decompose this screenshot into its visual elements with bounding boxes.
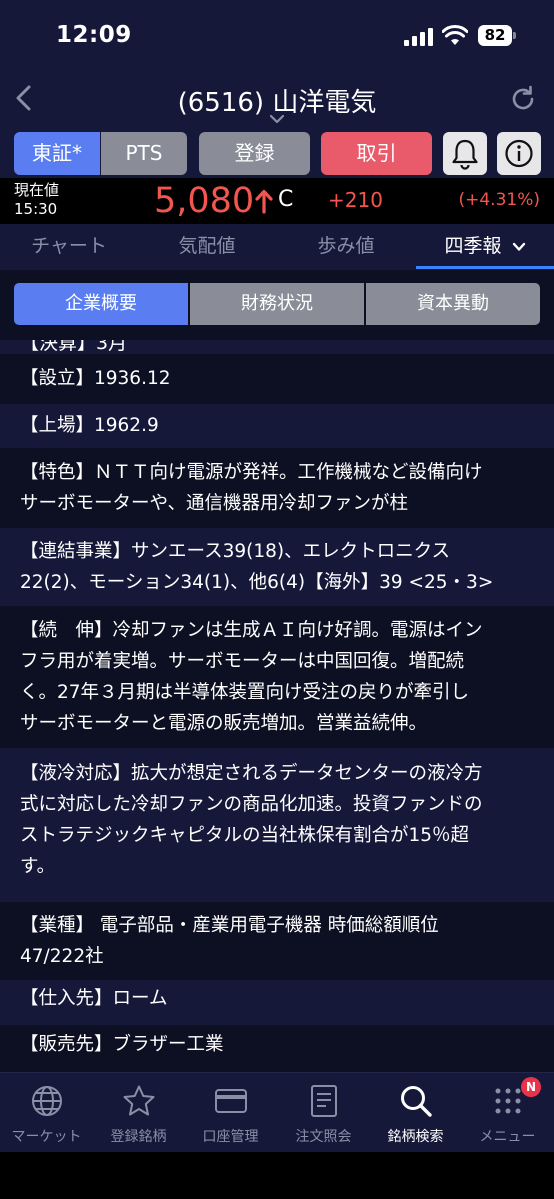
- nav-orders[interactable]: 注文照会: [277, 1073, 370, 1153]
- exchange-pts-button[interactable]: PTS: [101, 132, 187, 175]
- chevron-down-icon: [512, 242, 525, 251]
- clipped-row-text: 【決算】3月: [20, 340, 128, 354]
- segment-control: 企業概要 財務状況 資本異動: [0, 270, 554, 340]
- row-text: サーボモーターと電源の販売増加。営業益続伸。: [20, 713, 428, 734]
- register-button[interactable]: 登録: [199, 132, 310, 175]
- home-indicator-area: [0, 1152, 554, 1199]
- alert-button[interactable]: [443, 132, 487, 175]
- nav-market[interactable]: マーケット: [0, 1073, 93, 1153]
- nav-label: 注文照会: [295, 1129, 352, 1145]
- status-bar: 12:09 82: [0, 0, 554, 68]
- row-text: 式に対応した冷却ファンの商品化加速。投資ファンドの: [20, 794, 483, 815]
- price-change: +210: [328, 188, 383, 212]
- chevron-down-icon[interactable]: [269, 114, 285, 124]
- row-text: 【連結事業】サンエース39(18)、エレクトロニクス: [20, 541, 451, 562]
- nav-label: マーケット: [11, 1129, 82, 1145]
- nav-watchlist[interactable]: 登録銘柄: [92, 1073, 185, 1153]
- price-flag: C: [278, 187, 294, 212]
- list-item: 【仕入先】ローム: [0, 980, 554, 1025]
- tab-chart[interactable]: チャート: [0, 224, 138, 270]
- nav-label: 登録銘柄: [110, 1129, 167, 1145]
- app-header: (6516) 山洋電気: [0, 68, 554, 130]
- refresh-icon[interactable]: [508, 84, 538, 114]
- battery-tip: [513, 32, 516, 39]
- info-icon: [505, 139, 533, 168]
- notification-badge: N: [521, 1077, 541, 1097]
- list-item: 【設立】1936.12: [0, 354, 554, 404]
- trade-button[interactable]: 取引: [321, 132, 432, 175]
- document-icon: [311, 1085, 337, 1117]
- nav-menu[interactable]: N メニュー: [461, 1073, 554, 1153]
- action-toolbar: 東証* PTS 登録 取引: [0, 130, 554, 178]
- status-time: 12:09: [56, 22, 132, 48]
- globe-icon: [32, 1086, 62, 1116]
- row-text: く。27年３月期は半導体装置向け受注の戻りが牽引し: [20, 682, 470, 703]
- segment-company-overview[interactable]: 企業概要: [14, 283, 188, 325]
- row-text: 【設立】1936.12: [20, 368, 171, 389]
- row-text: 【上場】1962.9: [20, 415, 159, 436]
- row-text: す。: [20, 856, 56, 877]
- clipped-row: 【決算】3月: [0, 340, 554, 354]
- search-icon: [401, 1086, 432, 1117]
- nav-account[interactable]: 口座管理: [184, 1073, 277, 1153]
- card-icon: [215, 1089, 247, 1113]
- nav-search[interactable]: 銘柄検索: [369, 1073, 462, 1153]
- row-text: 【販売先】ブラザー工業: [20, 1034, 224, 1055]
- list-item: 【特色】ＮＴＴ向け電源が発祥。工作機械など設備向け サーボモーターや、通信機器用…: [0, 448, 554, 528]
- nav-label: 口座管理: [202, 1129, 259, 1145]
- tab-bar: チャート 気配値 歩み値 四季報: [0, 224, 554, 270]
- nav-label: 銘柄検索: [387, 1129, 444, 1145]
- segment-financials[interactable]: 財務状況: [190, 283, 364, 325]
- wifi-icon: [442, 25, 468, 45]
- tab-shikiho[interactable]: 四季報: [416, 224, 554, 270]
- row-text: 22(2)、モーション34(1)、他6(4)【海外】39 <25・3>: [20, 572, 494, 593]
- arrow-up-icon: [255, 189, 273, 214]
- list-item: 【販売先】ブラザー工業: [0, 1025, 554, 1072]
- list-item: 【液冷対応】拡大が想定されるデータセンターの液冷方 式に対応した冷却ファンの商品…: [0, 748, 554, 902]
- battery-indicator: 82: [478, 25, 512, 46]
- row-text: フラ用が着実増。サーボモーターは中国回復。増配続: [20, 651, 465, 672]
- tab-shikiho-label: 四季報: [444, 235, 502, 257]
- price-row: 現在値 15:30 5,080 C +210 (+4.31%): [0, 178, 554, 224]
- row-text: 【業種】 電子部品・産業用電子機器 時価総額順位: [20, 915, 439, 936]
- price-label-title: 現在値: [14, 181, 60, 199]
- row-text: 【特色】ＮＴＴ向け電源が発祥。工作機械など設備向け: [20, 462, 483, 483]
- list-item: 【上場】1962.9: [0, 404, 554, 448]
- exchange-tse-button[interactable]: 東証*: [14, 132, 100, 175]
- row-text: サーボモーターや、通信機器用冷却ファンが柱: [20, 493, 408, 514]
- info-button[interactable]: [497, 132, 541, 175]
- row-text: ストラテジックキャピタルの当社株保有割合が15％超: [20, 825, 470, 846]
- tab-trades[interactable]: 歩み値: [277, 224, 415, 270]
- star-icon: [123, 1085, 155, 1116]
- row-text: 47/222社: [20, 946, 104, 967]
- tab-active-indicator: [416, 266, 554, 269]
- list-item: 【業種】 電子部品・産業用電子機器 時価総額順位 47/222社: [0, 902, 554, 980]
- list-item: 【連結事業】サンエース39(18)、エレクトロニクス 22(2)、モーション34…: [0, 528, 554, 606]
- company-profile-list[interactable]: 【決算】3月 【設立】1936.12 【上場】1962.9 【特色】ＮＴＴ向け電…: [0, 340, 554, 1072]
- row-text: 【続 伸】冷却ファンは生成ＡＩ向け好調。電源はイン: [20, 620, 483, 641]
- price-time: 15:30: [14, 200, 58, 218]
- bell-icon: [452, 139, 478, 170]
- current-price: 5,080: [154, 181, 255, 221]
- row-text: 【仕入先】ローム: [20, 988, 168, 1009]
- price-label: 現在値 15:30: [14, 181, 59, 219]
- tab-quotes[interactable]: 気配値: [138, 224, 276, 270]
- bottom-navigation: マーケット 登録銘柄 口座管理 注文照会 銘柄検索 N メニュー: [0, 1072, 554, 1152]
- cellular-signal-icon: [404, 28, 434, 46]
- list-item: 【続 伸】冷却ファンは生成ＡＩ向け好調。電源はイン フラ用が着実増。サーボモータ…: [0, 606, 554, 748]
- price-change-percent: (+4.31%): [458, 190, 540, 210]
- segment-capital-changes[interactable]: 資本異動: [366, 283, 540, 325]
- nav-label: メニュー: [479, 1129, 536, 1145]
- row-text: 【液冷対応】拡大が想定されるデータセンターの液冷方: [20, 763, 483, 784]
